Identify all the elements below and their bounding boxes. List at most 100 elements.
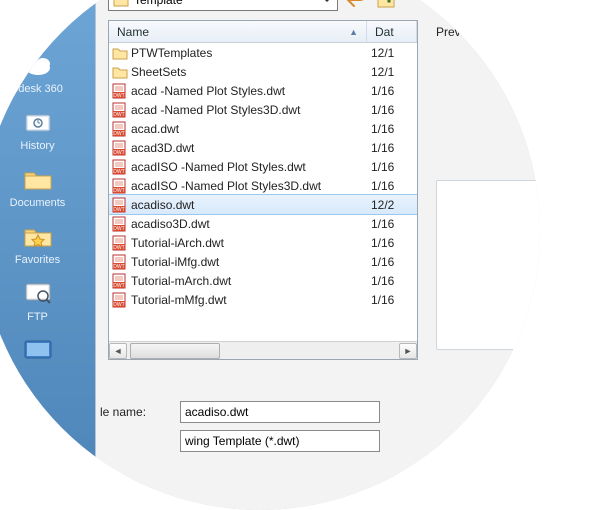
ftp-icon [21,278,55,308]
file-date: 1/16 [367,293,417,307]
file-name: Tutorial-iMfg.dwt [131,255,367,269]
dwt-file-icon: DWT [109,83,131,99]
lookin-combo[interactable]: Template [108,0,338,11]
file-name: acad -Named Plot Styles.dwt [131,84,367,98]
file-row[interactable]: DWT acad.dwt1/16 [109,119,417,138]
sort-asc-icon: ▲ [349,27,358,37]
up-button[interactable] [374,0,398,11]
file-row[interactable]: DWT acadiso3D.dwt1/16 [109,214,417,233]
svg-text:DWT: DWT [113,188,124,194]
file-name: acadISO -Named Plot Styles.dwt [131,160,367,174]
file-list: Name ▲ Dat PTWTemplates12/1SheetSets12/1… [108,20,418,360]
sidebar-item-desktop[interactable] [0,335,95,365]
file-row[interactable]: DWT Tutorial-mMfg.dwt1/16 [109,290,417,309]
folder-icon [109,65,131,79]
file-row[interactable]: DWT Tutorial-iMfg.dwt1/16 [109,252,417,271]
lookin-value: Template [134,0,183,7]
sidebar-item-documents[interactable]: Documents [0,164,95,209]
file-date: 1/16 [367,179,417,193]
file-name: acad3D.dwt [131,141,367,155]
sidebar-item-label: odesk 360 [0,83,95,95]
file-date: 1/16 [367,274,417,288]
folder-icon [109,46,131,60]
column-headers[interactable]: Name ▲ Dat [109,21,417,43]
column-date[interactable]: Dat [367,21,417,42]
file-date: 1/16 [367,255,417,269]
file-type-combo[interactable]: wing Template (*.dwt) [180,430,380,452]
scroll-left-button[interactable]: ◄ [109,343,127,359]
dwt-file-icon: DWT [109,292,131,308]
file-row[interactable]: PTWTemplates12/1 [109,43,417,62]
file-date: 1/16 [367,217,417,231]
file-row[interactable]: SheetSets12/1 [109,62,417,81]
file-name: PTWTemplates [131,46,367,60]
svg-text:DWT: DWT [113,264,124,270]
favorites-folder-icon [21,221,55,251]
dwt-file-icon: DWT [109,216,131,232]
file-row[interactable]: DWT acad -Named Plot Styles3D.dwt1/16 [109,100,417,119]
svg-text:DWT: DWT [113,150,124,156]
back-arrow-icon [346,0,366,8]
file-date: 1/16 [367,236,417,250]
dwt-file-icon: DWT [109,254,131,270]
file-name: Tutorial-mMfg.dwt [131,293,367,307]
sidebar-item-favorites[interactable]: Favorites [0,221,95,266]
sidebar-item-ftp[interactable]: FTP [0,278,95,323]
chevron-down-icon [321,0,333,8]
sidebar-item-label: FTP [0,311,95,323]
file-name-input[interactable] [180,401,380,423]
back-button[interactable] [344,0,368,11]
file-name: acadiso3D.dwt [131,217,367,231]
file-date: 1/16 [367,122,417,136]
file-row[interactable]: DWTacad -Named Plot Styles.dwt1/16 [109,81,417,100]
file-row[interactable]: DWT acadISO -Named Plot Styles.dwt1/16 [109,157,417,176]
file-date: 12/1 [367,65,417,79]
sidebar-item-label: Favorites [0,254,95,266]
sidebar-item-autodesk360[interactable]: odesk 360 [0,50,95,95]
file-date: 1/16 [367,84,417,98]
sidebar-item-history[interactable]: History [0,107,95,152]
file-row[interactable]: DWT Tutorial-iArch.dwt1/16 [109,233,417,252]
file-row[interactable]: DWT acadISO -Named Plot Styles3D.dwt1/16 [109,176,417,195]
file-row[interactable]: DWT Tutorial-mArch.dwt1/16 [109,271,417,290]
svg-text:DWT: DWT [113,245,124,251]
svg-text:DWT: DWT [113,283,124,289]
scroll-right-button[interactable]: ► [399,343,417,359]
desktop-icon [21,335,55,365]
file-name: Tutorial-mArch.dwt [131,274,367,288]
file-name: acadiso.dwt [131,198,367,212]
file-date: 1/16 [367,160,417,174]
preview-label: Preview [436,25,479,39]
dwt-file-icon: DWT [109,102,131,118]
scroll-thumb[interactable] [130,343,220,359]
lookin-bar: Template [108,0,530,12]
folder-icon [113,0,129,7]
dwt-file-icon: DWT [109,140,131,156]
file-name: acadISO -Named Plot Styles3D.dwt [131,179,367,193]
file-row[interactable]: DWT acad3D.dwt1/16 [109,138,417,157]
file-date: 1/16 [367,103,417,117]
sidebar-item-label: History [0,140,95,152]
horizontal-scrollbar[interactable]: ◄ ► [109,341,417,359]
file-date: 1/16 [367,141,417,155]
file-row[interactable]: DWTacadiso.dwt12/2 [109,195,417,214]
svg-text:DWT: DWT [113,302,124,308]
file-date: 12/2 [367,198,417,212]
file-name: SheetSets [131,65,367,79]
sidebar-item-label: Documents [0,197,95,209]
svg-text:DWT: DWT [113,226,124,232]
svg-text:DWT: DWT [113,112,124,118]
svg-text:DWT: DWT [113,131,124,137]
scroll-track[interactable] [128,343,398,359]
file-name-label: le name: [100,405,146,419]
file-name: acad -Named Plot Styles3D.dwt [131,103,367,117]
dwt-file-icon: DWT [109,159,131,175]
file-name: acad.dwt [131,122,367,136]
dwt-file-icon: DWT [109,235,131,251]
places-sidebar: odesk 360 History Documents Favorites FT… [0,0,95,510]
svg-text:DWT: DWT [113,169,124,175]
file-name: Tutorial-iArch.dwt [131,236,367,250]
dwt-file-icon: DWT [109,178,131,194]
dwt-file-icon: DWT [109,197,131,213]
column-name[interactable]: Name ▲ [109,21,367,42]
